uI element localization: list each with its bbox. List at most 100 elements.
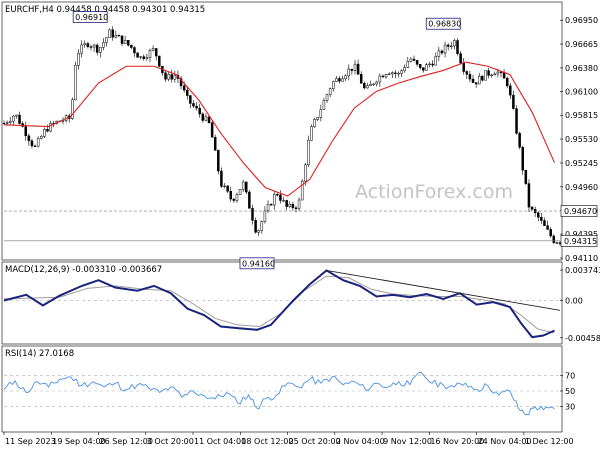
candle-body (406, 61, 410, 68)
price-tick-label: 0.94110 (565, 254, 598, 263)
candle-body (474, 82, 478, 85)
candle-body (471, 78, 475, 83)
candle-body (319, 109, 323, 118)
candle-body (499, 71, 503, 74)
candle-body (126, 40, 130, 46)
candle-body (30, 140, 34, 147)
candle-body (229, 190, 232, 200)
candle-body (18, 114, 21, 124)
candle-body (254, 220, 257, 233)
candle-body (540, 217, 543, 221)
extreme-annotation-label: 0.96830 (428, 20, 461, 29)
candle-body (276, 194, 279, 196)
candle-body (24, 126, 27, 137)
price-tick-label: 0.96950 (565, 16, 598, 25)
candle-body (344, 75, 347, 80)
chart-svg: ActionForex.com EURCHF,H4 0.94458 0.9445… (1, 1, 600, 446)
candle-body (443, 44, 447, 54)
candle-body (496, 71, 500, 75)
candle-body (363, 83, 366, 89)
candle-body (207, 116, 211, 123)
candle-body (220, 170, 223, 187)
candle-body (213, 137, 217, 151)
candle-body (375, 81, 378, 85)
candle-body (359, 74, 363, 84)
candle-body (173, 74, 177, 80)
candle-body (484, 70, 487, 81)
candle-body (80, 44, 83, 54)
candle-body (387, 73, 391, 75)
candle-body (154, 48, 158, 57)
x-tick-label: 26 Sep 12:00 (100, 437, 153, 446)
candle-body (530, 206, 534, 210)
rsi-layer (3, 371, 560, 416)
candle-body (204, 116, 208, 121)
candle-body (74, 65, 77, 101)
candle-body (468, 74, 472, 80)
candle-body (285, 200, 288, 207)
extreme-annotation-label: 0.94160 (242, 259, 275, 268)
candle-body (369, 83, 372, 86)
candle-body (332, 81, 335, 89)
candle-body (210, 122, 214, 138)
price-tick-label: 0.94960 (565, 183, 598, 192)
candle-body (263, 210, 267, 222)
candle-body (459, 53, 462, 64)
candle-body (223, 185, 226, 188)
candle-body (241, 181, 245, 190)
candle-body (136, 52, 139, 58)
candle-body (328, 88, 332, 95)
candle-body (384, 74, 388, 78)
candle-body (397, 72, 400, 75)
candle-body (182, 85, 186, 91)
candle-body (481, 75, 484, 81)
candle-body (353, 63, 357, 71)
candle-body (325, 94, 329, 101)
candle-body (111, 29, 114, 38)
candle-body (546, 225, 549, 230)
candle-body (279, 194, 282, 201)
candle-body (524, 169, 528, 184)
x-tick-label: 11 Oct 04:00 (194, 437, 246, 446)
candle-body (195, 105, 198, 109)
rsi-tick-label: 70 (565, 371, 575, 380)
candle-body (12, 115, 15, 122)
candle-body (537, 212, 540, 218)
candle-body (189, 95, 192, 104)
candle-body (394, 72, 397, 74)
candle-body (15, 114, 18, 117)
candle-body (335, 78, 338, 82)
candle-body (145, 57, 149, 59)
macd-main-line (3, 269, 555, 339)
candle-body (434, 56, 438, 66)
candle-body (456, 40, 459, 54)
candle-body (77, 52, 80, 66)
candle-body (322, 100, 326, 110)
price-tick-label: 0.95530 (565, 135, 598, 144)
candle-body (266, 204, 270, 212)
candle-body (192, 103, 195, 107)
price-tick-label: 0.95245 (565, 159, 598, 168)
candle-body (418, 64, 422, 68)
candle-body (555, 242, 559, 244)
candle-body (297, 199, 301, 209)
candle-body (521, 147, 524, 171)
x-tick-label: 25 Oct 20:00 (289, 437, 341, 446)
x-tick-label: 16 Nov 20:00 (430, 437, 484, 446)
candle-body (232, 198, 236, 201)
rsi-tick-label: 50 (565, 387, 575, 396)
candle-body (133, 47, 136, 54)
rsi-label: RSI(14) 27.0168 (5, 349, 74, 359)
rsi-panel-frame (1, 345, 563, 433)
candle-body (238, 189, 242, 195)
price-layer: 0.96910 0.96830 0.94160 (2, 11, 562, 270)
candle-body (148, 49, 152, 58)
x-tick-label: 1 Dec 12:00 (525, 437, 574, 446)
price-tick-label: 0.96100 (565, 87, 598, 96)
candle-body (465, 71, 469, 75)
macd-layer (3, 269, 561, 339)
candle-body (341, 78, 344, 82)
candle-body (477, 75, 481, 85)
candle-body (142, 56, 146, 59)
candle-body (108, 29, 111, 38)
